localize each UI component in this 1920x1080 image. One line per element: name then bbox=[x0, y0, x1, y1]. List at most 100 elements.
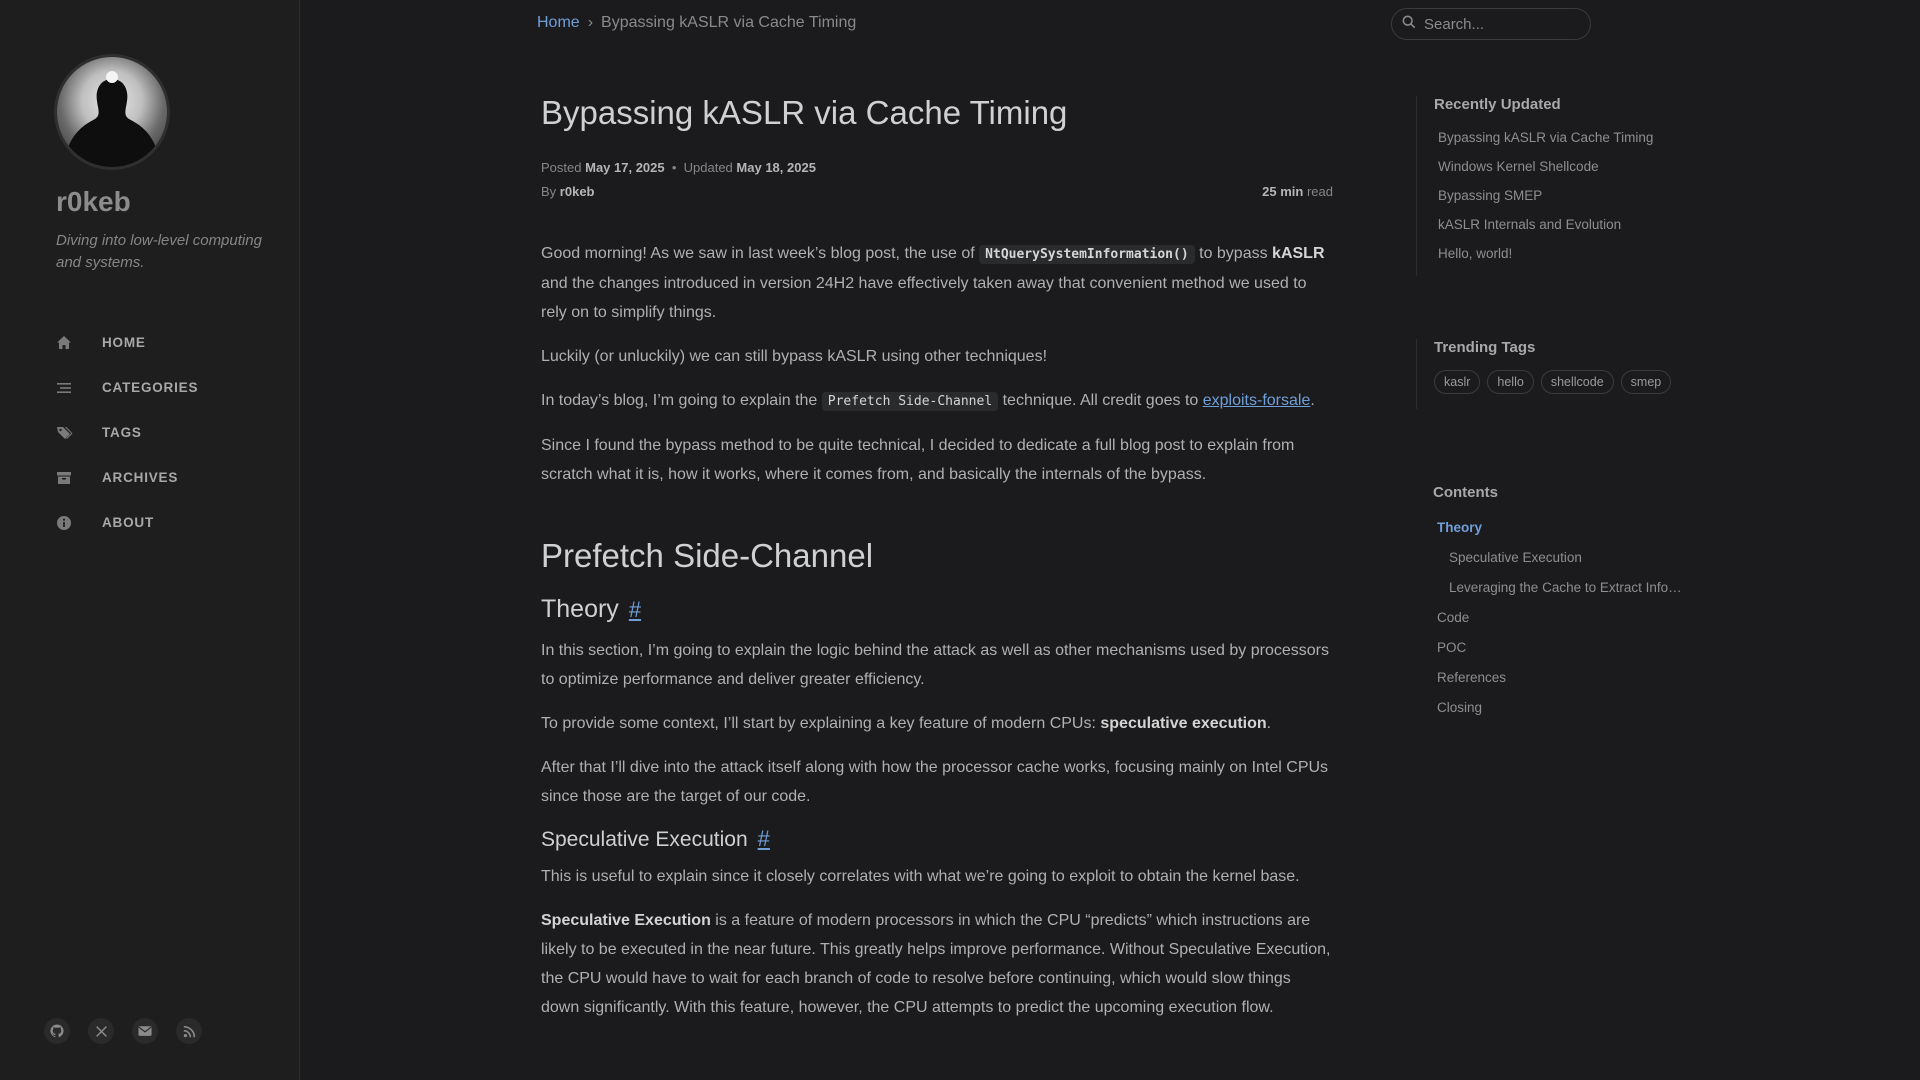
recent-item[interactable]: Hello, world! bbox=[1434, 239, 1653, 268]
inline-code: NtQuerySystemInformation() bbox=[979, 245, 1195, 264]
bold-text: kASLR bbox=[1272, 245, 1325, 262]
sidebar: r0keb Diving into low-level computing an… bbox=[0, 0, 300, 1080]
social-links bbox=[44, 1018, 202, 1044]
sidebar-item-label: ARCHIVES bbox=[102, 470, 179, 485]
list-icon bbox=[56, 380, 84, 396]
toc-item-references[interactable]: References bbox=[1433, 663, 1686, 693]
rss-icon[interactable] bbox=[176, 1018, 202, 1044]
recent-item[interactable]: Windows Kernel Shellcode bbox=[1434, 152, 1653, 181]
read-label: read bbox=[1306, 184, 1333, 199]
paragraph: Luckily (or unluckily) we can still bypa… bbox=[541, 348, 1048, 365]
recent-item[interactable]: Bypassing kASLR via Cache Timing bbox=[1434, 123, 1653, 152]
sidebar-item-about[interactable]: ABOUT bbox=[56, 500, 286, 545]
tag-pill[interactable]: hello bbox=[1487, 370, 1534, 394]
breadcrumb: Home › Bypassing kASLR via Cache Timing bbox=[537, 14, 856, 32]
exploits-forsale-link[interactable]: exploits-forsale bbox=[1203, 392, 1311, 409]
breadcrumb-separator: › bbox=[587, 14, 594, 31]
section-heading: Prefetch Side-Channel bbox=[541, 537, 874, 574]
tags-icon bbox=[56, 425, 84, 441]
bold-text: speculative execution bbox=[1100, 715, 1267, 732]
post-content: Good morning! As we saw in last week’s b… bbox=[541, 239, 1333, 1037]
sidebar-item-categories[interactable]: CATEGORIES bbox=[56, 365, 286, 410]
paragraph: To provide some context, I’ll start by e… bbox=[541, 709, 1333, 738]
github-icon[interactable] bbox=[44, 1018, 70, 1044]
updated-date: May 18, 2025 bbox=[736, 160, 816, 175]
text: technique. All credit goes to bbox=[998, 392, 1203, 409]
tag-pill[interactable]: shellcode bbox=[1540, 370, 1614, 394]
heading-text: Speculative Execution bbox=[541, 828, 748, 851]
avatar-silhouette bbox=[63, 71, 161, 167]
text: Good morning! As we saw in last week’s b… bbox=[541, 245, 980, 262]
posted-date: May 17, 2025 bbox=[585, 160, 665, 175]
search-input[interactable] bbox=[1424, 15, 1574, 33]
heading-anchor-link[interactable]: # bbox=[758, 826, 770, 851]
toc-list: Theory Speculative Execution Leveraging … bbox=[1433, 513, 1686, 723]
post-author-row: By r0keb 25 min read bbox=[541, 184, 1333, 199]
recent-item[interactable]: kASLR Internals and Evolution bbox=[1434, 210, 1653, 239]
text: to bypass bbox=[1194, 245, 1273, 262]
meta-separator: • bbox=[668, 160, 684, 175]
updated-label: Updated bbox=[683, 160, 733, 175]
trending-tags-panel: Trending Tags kaslr hello shellcode smep bbox=[1416, 339, 1672, 409]
by-label: By bbox=[541, 184, 557, 199]
heading-text: Theory bbox=[541, 595, 619, 623]
breadcrumb-current: Bypassing kASLR via Cache Timing bbox=[601, 14, 857, 31]
paragraph: After that I’ll dive into the attack its… bbox=[541, 759, 1329, 805]
text: In today’s blog, I’m going to explain th… bbox=[541, 392, 822, 409]
panel-title: Contents bbox=[1433, 484, 1498, 501]
sidebar-item-label: ABOUT bbox=[102, 515, 154, 530]
sidebar-item-label: TAGS bbox=[102, 425, 142, 440]
post-dates: Posted May 17, 2025 • Updated May 18, 20… bbox=[541, 160, 816, 175]
table-of-contents: Contents Theory Speculative Execution Le… bbox=[1416, 484, 1686, 723]
read-time: 25 min read bbox=[1262, 184, 1333, 199]
text: . bbox=[1266, 715, 1272, 732]
recent-item[interactable]: Bypassing SMEP bbox=[1434, 181, 1653, 210]
post-title: Bypassing kASLR via Cache Timing bbox=[541, 94, 1068, 131]
archive-icon bbox=[56, 470, 84, 486]
text: . bbox=[1310, 392, 1315, 409]
sidebar-item-tags[interactable]: TAGS bbox=[56, 410, 286, 455]
sidebar-item-label: CATEGORIES bbox=[102, 380, 199, 395]
tag-list: kaslr hello shellcode smep bbox=[1434, 370, 1672, 394]
paragraph: In this section, I’m going to explain th… bbox=[541, 642, 1329, 688]
sidebar-item-label: HOME bbox=[102, 335, 146, 350]
recent-list: Bypassing kASLR via Cache Timing Windows… bbox=[1434, 123, 1653, 268]
paragraph: In today’s blog, I’m going to explain th… bbox=[541, 386, 1333, 416]
toc-item-speculative-execution[interactable]: Speculative Execution bbox=[1433, 543, 1686, 573]
x-icon[interactable] bbox=[88, 1018, 114, 1044]
toc-item-theory[interactable]: Theory bbox=[1433, 513, 1686, 543]
site-title[interactable]: r0keb bbox=[56, 186, 131, 218]
subsection-heading: Theory # bbox=[541, 595, 1333, 624]
paragraph: Since I found the bypass method to be qu… bbox=[541, 437, 1295, 483]
sidebar-nav: HOME CATEGORIES TAGS ARCHIVES ABOUT bbox=[56, 320, 286, 545]
bold-text: Speculative Execution bbox=[541, 912, 711, 929]
search-box[interactable] bbox=[1391, 8, 1591, 40]
heading-anchor-link[interactable]: # bbox=[629, 597, 641, 622]
text: and the changes introduced in version 24… bbox=[541, 275, 1307, 321]
recently-updated-panel: Recently Updated Bypassing kASLR via Cac… bbox=[1416, 96, 1653, 276]
sidebar-item-home[interactable]: HOME bbox=[56, 320, 286, 365]
text: To provide some context, I’ll start by e… bbox=[541, 715, 1101, 732]
toc-item-closing[interactable]: Closing bbox=[1433, 693, 1686, 723]
read-minutes: 25 min bbox=[1262, 184, 1304, 199]
paragraph: Speculative Execution is a feature of mo… bbox=[541, 906, 1333, 1022]
sidebar-item-archives[interactable]: ARCHIVES bbox=[56, 455, 286, 500]
avatar[interactable] bbox=[54, 54, 170, 170]
toc-item-leveraging-cache[interactable]: Leveraging the Cache to Extract Infor… bbox=[1433, 573, 1686, 603]
search-icon bbox=[1402, 15, 1416, 34]
panel-title: Recently Updated bbox=[1434, 96, 1561, 113]
tag-pill[interactable]: smep bbox=[1620, 370, 1672, 394]
paragraph: Good morning! As we saw in last week’s b… bbox=[541, 239, 1333, 327]
post-author: r0keb bbox=[559, 184, 595, 199]
panel-title: Trending Tags bbox=[1434, 339, 1536, 356]
paragraph: This is useful to explain since it close… bbox=[541, 868, 1300, 885]
site-subtitle: Diving into low-level computing and syst… bbox=[56, 232, 262, 271]
info-icon bbox=[56, 515, 84, 531]
email-icon[interactable] bbox=[132, 1018, 158, 1044]
subsubsection-heading: Speculative Execution # bbox=[541, 826, 1333, 852]
posted-label: Posted bbox=[541, 160, 582, 175]
toc-item-poc[interactable]: POC bbox=[1433, 633, 1686, 663]
breadcrumb-home-link[interactable]: Home bbox=[537, 14, 580, 32]
tag-pill[interactable]: kaslr bbox=[1434, 370, 1481, 394]
toc-item-code[interactable]: Code bbox=[1433, 603, 1686, 633]
